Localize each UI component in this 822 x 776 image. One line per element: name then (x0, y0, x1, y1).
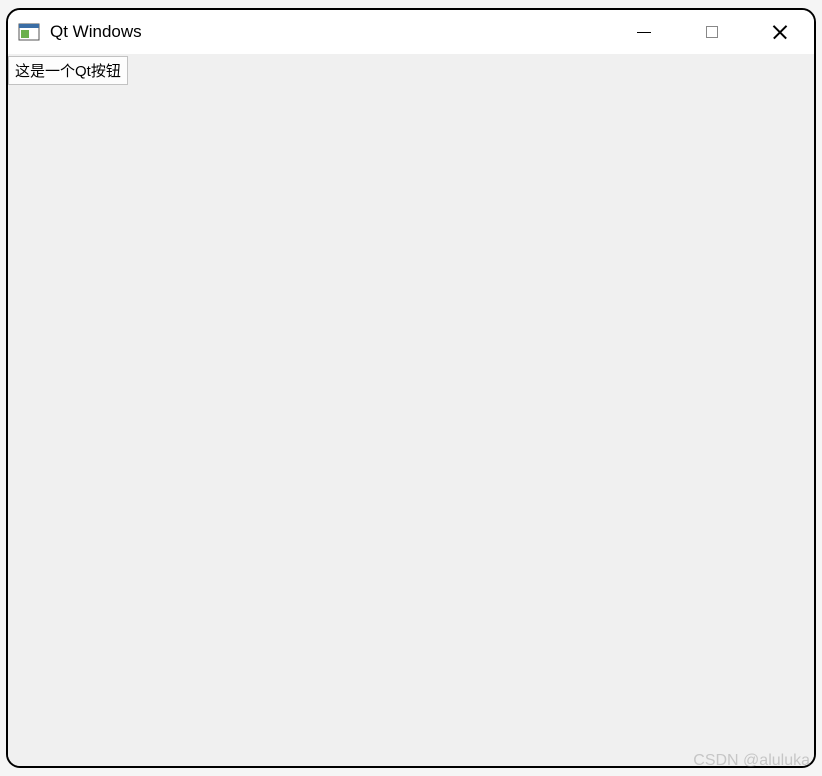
close-icon (773, 25, 787, 39)
minimize-button[interactable] (610, 10, 678, 54)
maximize-button[interactable] (678, 10, 746, 54)
minimize-icon (637, 32, 651, 33)
maximize-icon (706, 26, 718, 38)
window-frame: Qt Windows 这是一个Qt按钮 (6, 8, 816, 768)
title-bar[interactable]: Qt Windows (8, 10, 814, 54)
close-button[interactable] (746, 10, 814, 54)
qt-push-button[interactable]: 这是一个Qt按钮 (8, 56, 128, 85)
client-area: 这是一个Qt按钮 (8, 54, 814, 766)
window-title: Qt Windows (50, 22, 142, 42)
app-icon (18, 21, 40, 43)
window-controls (610, 10, 814, 54)
